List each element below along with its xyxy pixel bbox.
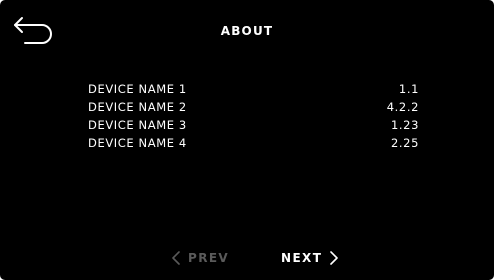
prev-button[interactable]: PREV <box>172 249 229 267</box>
device-name-label: DEVICE NAME 1 <box>88 82 187 96</box>
next-button[interactable]: NEXT <box>281 249 339 267</box>
chevron-right-icon <box>330 251 339 265</box>
device-version-value: 2.25 <box>390 136 419 150</box>
device-name-label: DEVICE NAME 2 <box>88 100 187 114</box>
info-row: DEVICE NAME 3 1.23 <box>88 118 419 136</box>
device-name-label: DEVICE NAME 3 <box>88 118 187 132</box>
device-version-value: 1.1 <box>398 82 419 96</box>
prev-label: PREV <box>188 251 230 265</box>
next-label: NEXT <box>281 251 323 265</box>
device-version-value: 1.23 <box>390 118 419 132</box>
device-name-label: DEVICE NAME 4 <box>88 136 187 150</box>
info-row: DEVICE NAME 4 2.25 <box>88 136 419 154</box>
chevron-left-icon <box>172 251 180 265</box>
info-row: DEVICE NAME 1 1.1 <box>88 82 419 100</box>
page-title: ABOUT <box>220 24 274 38</box>
device-info-list: DEVICE NAME 1 1.1 DEVICE NAME 2 4.2.2 DE… <box>88 82 419 154</box>
info-row: DEVICE NAME 2 4.2.2 <box>88 100 419 118</box>
about-screen: ABOUT DEVICE NAME 1 1.1 DEVICE NAME 2 4.… <box>0 0 494 280</box>
device-version-value: 4.2.2 <box>386 100 419 114</box>
